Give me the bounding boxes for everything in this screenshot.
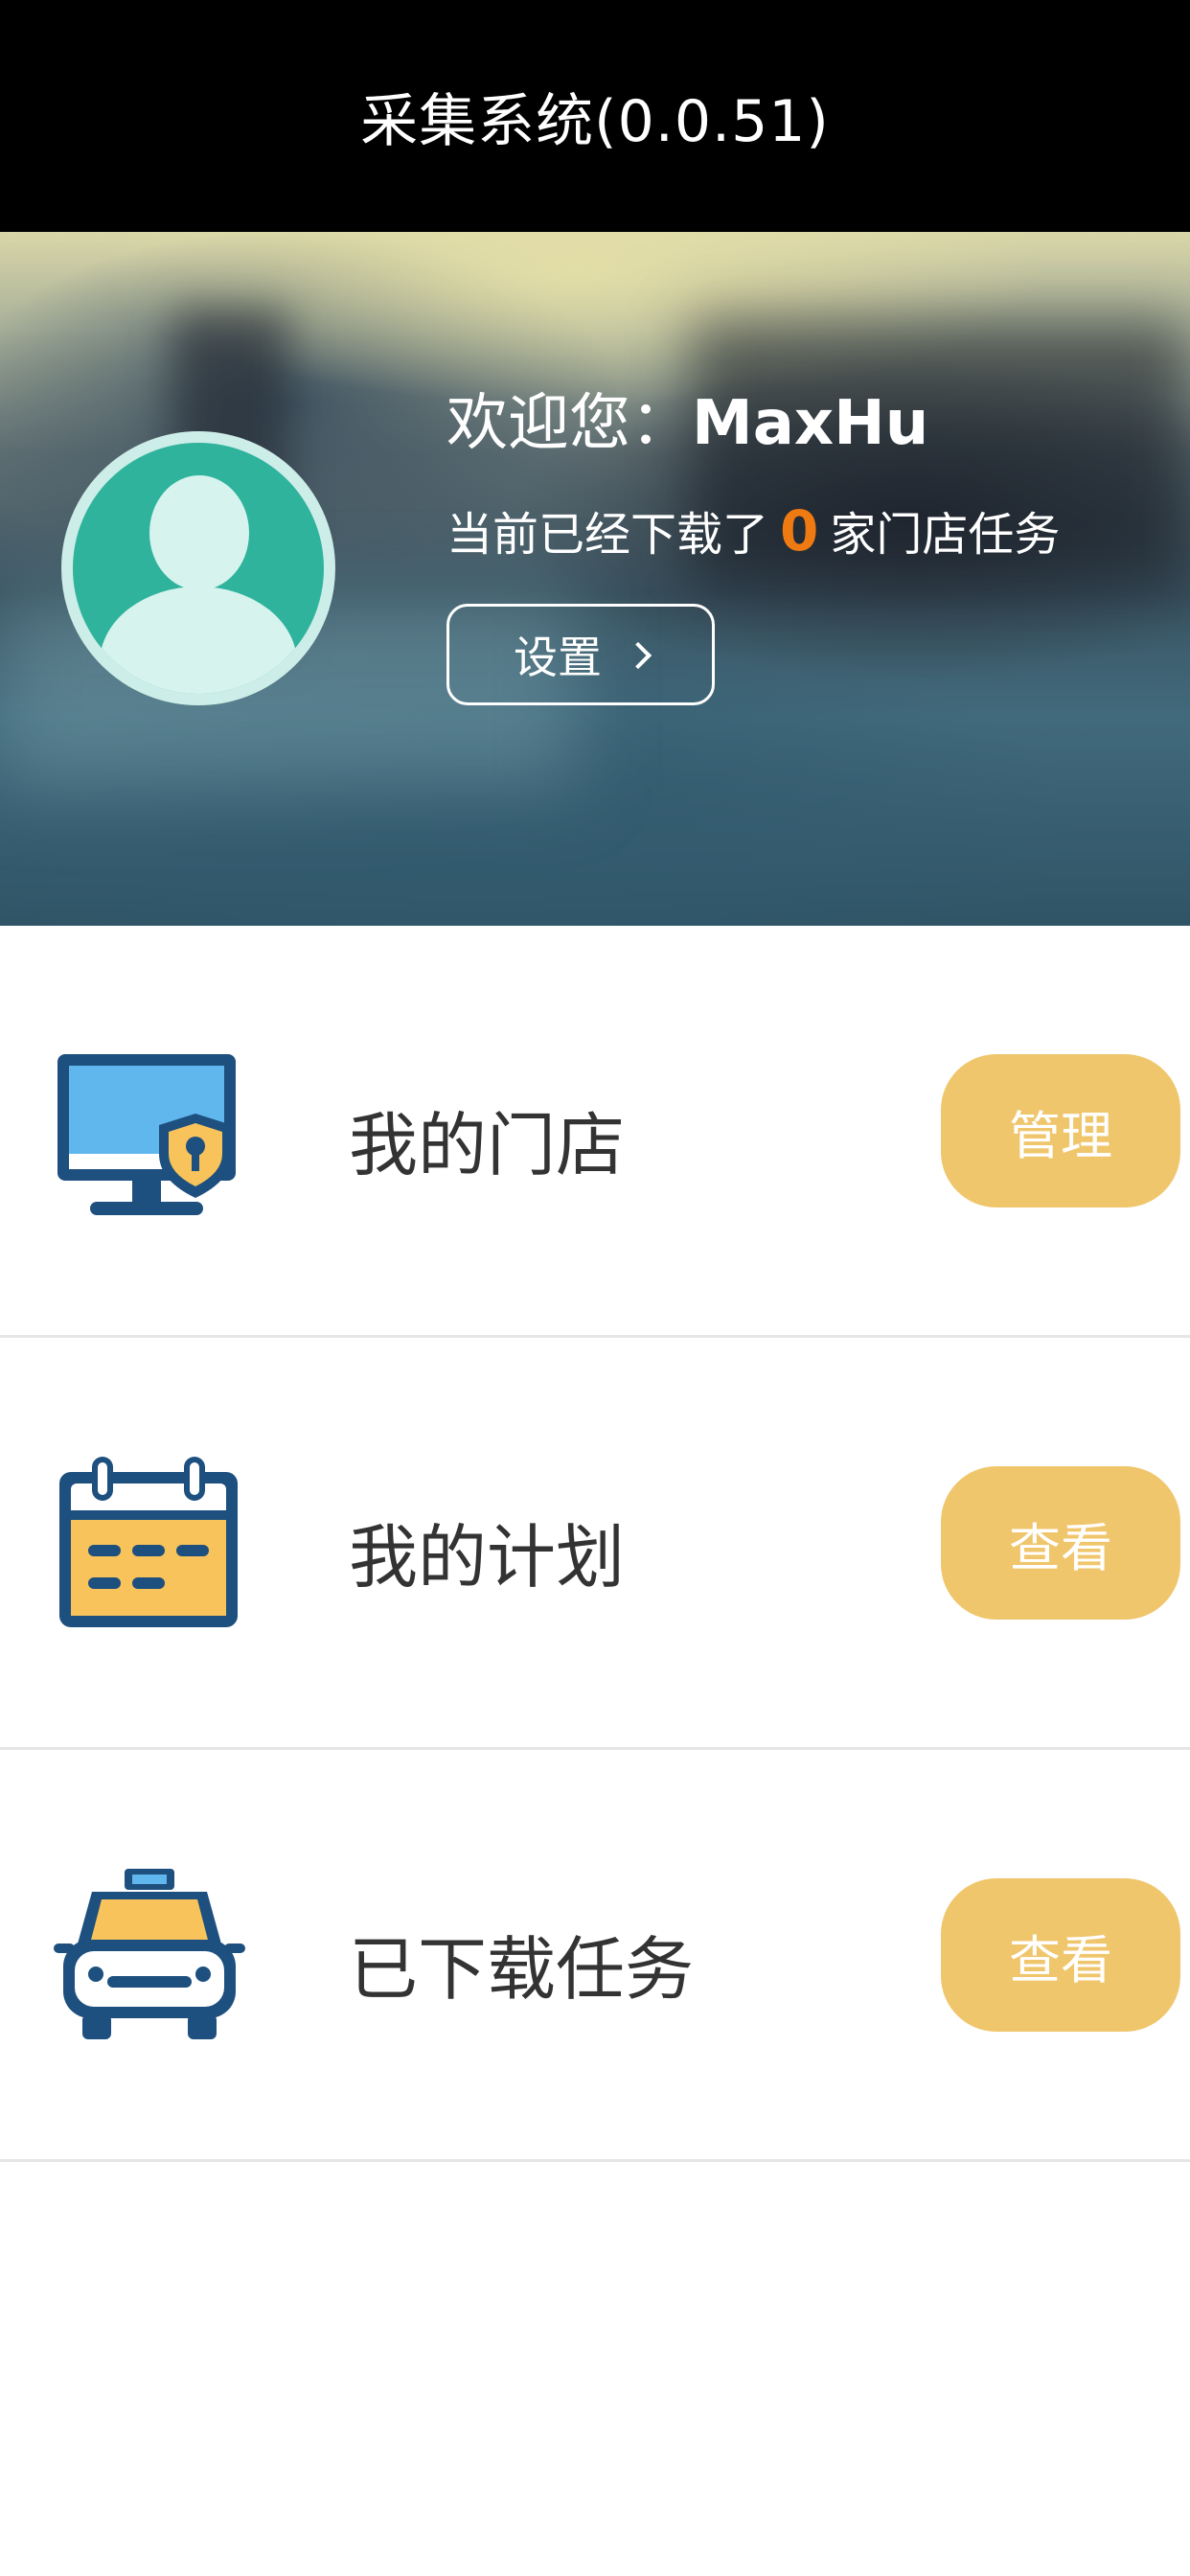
menu-item-downloaded-tasks[interactable]: 已下载任务 查看	[0, 1750, 1190, 2162]
settings-button[interactable]: 设置	[446, 604, 715, 705]
download-count: 0	[780, 498, 819, 564]
view-downloads-button[interactable]: 查看	[941, 1878, 1180, 2032]
menu-item-label: 我的门店	[349, 1105, 626, 1185]
taxi-icon	[54, 1865, 245, 2047]
welcome-text: 欢迎您：MaxHu	[446, 374, 928, 462]
menu-item-label: 已下载任务	[349, 1929, 695, 2010]
user-avatar[interactable]	[61, 431, 335, 705]
menu-item-label: 我的计划	[349, 1517, 626, 1598]
monitor-shield-icon	[54, 1041, 245, 1223]
download-status: 当前已经下载了 0 家门店任务	[446, 496, 1060, 564]
download-status-suffix: 家门店任务	[830, 508, 1061, 562]
avatar-body	[100, 586, 297, 694]
menu-item-my-plans[interactable]: 我的计划 查看	[0, 1338, 1190, 1750]
app-root: 采集系统(0.0.51) 欢迎您：MaxHu 当前已经下载了 0 家门店任务 设置	[0, 0, 1190, 2576]
welcome-prefix: 欢迎您：	[446, 388, 692, 459]
menu-item-my-stores[interactable]: 我的门店 管理	[0, 926, 1190, 1338]
avatar-head	[149, 475, 249, 590]
settings-button-label: 设置	[514, 632, 602, 683]
username: MaxHu	[692, 388, 929, 459]
download-status-prefix: 当前已经下载了	[446, 508, 769, 562]
manage-button[interactable]: 管理	[941, 1054, 1180, 1208]
chevron-right-icon	[624, 641, 652, 670]
app-title: 采集系统(0.0.51)	[360, 87, 830, 155]
calendar-icon	[54, 1453, 245, 1635]
title-bar: 采集系统(0.0.51)	[0, 0, 1190, 232]
view-plans-button[interactable]: 查看	[941, 1466, 1180, 1620]
avatar-icon	[73, 443, 324, 694]
